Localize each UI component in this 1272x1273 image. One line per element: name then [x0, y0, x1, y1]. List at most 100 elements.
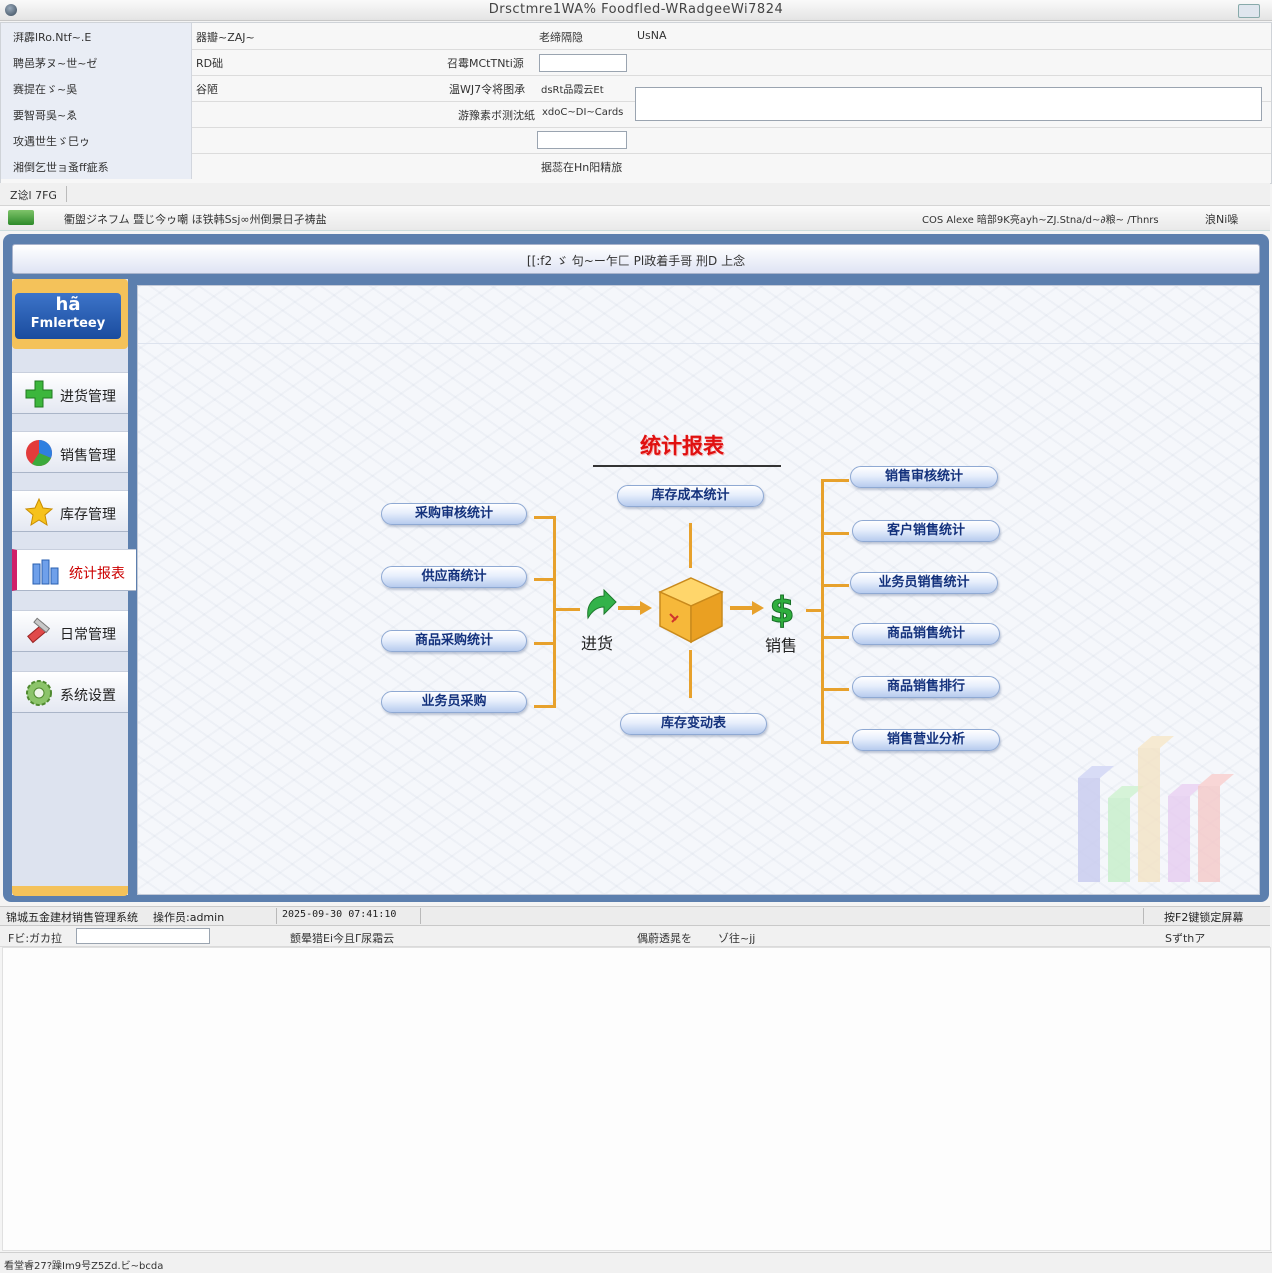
sidebar-item-label: 进货管理: [60, 389, 116, 405]
form-label: 要智哥吳~ゑ: [13, 109, 78, 122]
sidebar-item-sales[interactable]: 销售管理: [12, 431, 128, 473]
connector: [534, 516, 554, 519]
form-row: 湘倒乞世ョ蚤ff疵系 据蕊在Hn阳精旅: [1, 153, 1271, 179]
right-arrow-icon: [618, 601, 652, 615]
connector: [806, 609, 822, 612]
box-icon: [658, 577, 724, 644]
form-label: 召霉MCtTNti源: [447, 57, 524, 70]
connector: [556, 608, 580, 611]
sales-business-analysis-button[interactable]: 销售营业分析: [852, 729, 1000, 751]
flow-sales-label: 销售: [765, 636, 798, 655]
status-datetime: 2025-09-30 07:41:10: [282, 909, 397, 920]
sidebar-item-label: 日常管理: [60, 627, 116, 643]
form-value: RD础: [196, 57, 224, 70]
module-header-title: [[:f2 ゞ 句~ー乍匚 Pl政着手哥 刑D 上念: [526, 254, 746, 268]
decorative-bar-chart-icon: [1078, 736, 1234, 882]
notes-textarea[interactable]: [635, 87, 1262, 121]
toolbar-info: COS Alexe 暗部9K亮ayh~ZJ.Stna/d~∂粮~ /Thnrs: [922, 215, 1159, 226]
form-label: 老缔隔隐: [539, 31, 583, 44]
form-value: dsRt品霞云Et: [541, 85, 604, 96]
divider: [66, 186, 67, 202]
lower-input[interactable]: [76, 928, 210, 944]
sidebar-item-daily[interactable]: 日常管理: [12, 610, 128, 652]
lower-label: Fビ:ガカ拉: [8, 932, 63, 945]
inventory-cost-stats-button[interactable]: 库存成本统计: [617, 485, 764, 507]
sales-audit-stats-button[interactable]: 销售审核统计: [850, 466, 998, 488]
title-underline: [593, 465, 781, 467]
connector: [821, 479, 824, 744]
status-system-name: 锦城五金建材销售管理系统: [6, 911, 138, 924]
connector: [821, 636, 849, 639]
form-input[interactable]: [539, 54, 627, 72]
sidebar-item-label: 销售管理: [60, 448, 116, 464]
form-label: 湃霹lRo.Ntf~.E: [13, 31, 92, 44]
restore-window-icon[interactable]: [1238, 4, 1260, 18]
connector: [821, 584, 849, 587]
toolbar-text: 衢盥ジネフム 暨じ今ゥ嘲 ほ铁韩Ssj∞州倒景日孑祷盐: [64, 213, 327, 226]
product-sales-stats-button[interactable]: 商品销售统计: [852, 623, 1000, 645]
inventory-change-table-button[interactable]: 库存变动表: [620, 713, 767, 735]
sidebar-footer: [12, 886, 128, 896]
sidebar-item-inventory[interactable]: 库存管理: [12, 490, 128, 532]
plus-icon: [25, 380, 53, 408]
product-purchase-stats-button[interactable]: 商品采购统计: [381, 630, 527, 652]
footer-bar: 看堂睿27?躁Im9号Z5Zd.ビ~bcda: [0, 1252, 1272, 1273]
sidebar-item-label: 库存管理: [60, 507, 116, 523]
connector: [553, 516, 556, 708]
logo-line2: Fmlerteey: [30, 316, 106, 331]
form-row: 湃霹lRo.Ntf~.E 器瓣~ZAJ~ 老缔隔隐 UsNA: [1, 23, 1271, 50]
logo: hã Fmlerteey: [12, 279, 128, 349]
customer-sales-stats-button[interactable]: 客户销售统计: [852, 520, 1000, 542]
info-text: Z谂l 7FG: [10, 189, 57, 202]
lower-value: ゾ往~jj: [718, 932, 756, 945]
lower-text: 颤晕猎Ei今且Γ尿霜云: [290, 932, 395, 945]
salesman-sales-stats-button[interactable]: 业务员销售统计: [850, 572, 998, 594]
form-row: 攻遇世生ゞ巳ゥ: [1, 127, 1271, 154]
toolbar-icon[interactable]: [8, 210, 34, 225]
product-sales-ranking-button[interactable]: 商品销售排行: [852, 676, 1000, 698]
status-bar: 锦城五金建材销售管理系统 操作员:admin 2025-09-30 07:41:…: [0, 906, 1270, 926]
form-value: xdoC~DI~Cards: [542, 107, 624, 118]
right-arrow-icon: [730, 601, 764, 615]
connector: [821, 532, 849, 535]
form-value: UsNA: [637, 29, 667, 42]
toolbar-strip: 衢盥ジネフム 暨じ今ゥ嘲 ほ铁韩Ssj∞州倒景日孑祷盐 COS Alexe 暗部…: [0, 206, 1270, 231]
toolbar-button[interactable]: 浪Ni噪: [1205, 211, 1238, 227]
form-input[interactable]: [537, 131, 627, 149]
title-bar: Drsctmre1WA% Foodfled-WRadgeeWi7824: [0, 0, 1272, 21]
sidebar-item-reports[interactable]: 统计报表: [12, 549, 136, 591]
star-icon: [24, 497, 54, 527]
form-label: 攻遇世生ゞ巳ゥ: [13, 135, 90, 148]
form-value: 谷陋: [196, 83, 218, 96]
form-label: 赛提在ゞ~吳: [13, 83, 78, 96]
info-strip: Z谂l 7FG: [0, 183, 1270, 206]
sidebar-item-label: 系统设置: [60, 688, 116, 704]
lower-text: Sずthア: [1165, 932, 1206, 945]
status-operator: 操作员:admin: [153, 911, 225, 924]
pie-chart-icon: [26, 440, 52, 467]
form-label: 湘倒乞世ョ蚤ff疵系: [13, 161, 109, 174]
sidebar-item-purchase[interactable]: 进货管理: [12, 372, 128, 414]
sidebar-item-settings[interactable]: 系统设置: [12, 671, 128, 713]
purchase-audit-stats-button[interactable]: 采购审核统计: [381, 503, 527, 525]
tools-icon: [27, 617, 51, 644]
form-label: 温WJ7令将图承: [449, 83, 526, 96]
connector: [689, 650, 692, 698]
lower-toolbar: Fビ:ガカ拉 颤晕猎Ei今且Γ尿霜云 偶蔚透晁を ゾ往~jj Sずthア: [0, 926, 1270, 947]
logo-line1: hã: [55, 294, 81, 315]
lower-text: 偶蔚透晁を: [637, 932, 692, 945]
window-title: Drsctmre1WA% Foodfled-WRadgeeWi7824: [488, 2, 784, 17]
connector: [689, 523, 692, 568]
form-label: 聘邑茅ヌ~世~ゼ: [13, 57, 98, 70]
connector: [534, 642, 554, 645]
supplier-stats-button[interactable]: 供应商统计: [381, 566, 527, 588]
svg-text:$: $: [769, 590, 794, 628]
header-form: 湃霹lRo.Ntf~.E 器瓣~ZAJ~ 老缔隔隐 UsNA 聘邑茅ヌ~世~ゼ …: [0, 22, 1272, 184]
connector: [821, 741, 849, 744]
bar-chart-icon: [32, 559, 59, 585]
results-area: [2, 947, 1271, 1251]
green-arrow-icon: [587, 588, 617, 620]
salesman-purchase-button[interactable]: 业务员采购: [381, 691, 527, 713]
diagram-title: 统计报表: [640, 434, 724, 458]
sidebar-item-label: 统计报表: [69, 566, 125, 582]
